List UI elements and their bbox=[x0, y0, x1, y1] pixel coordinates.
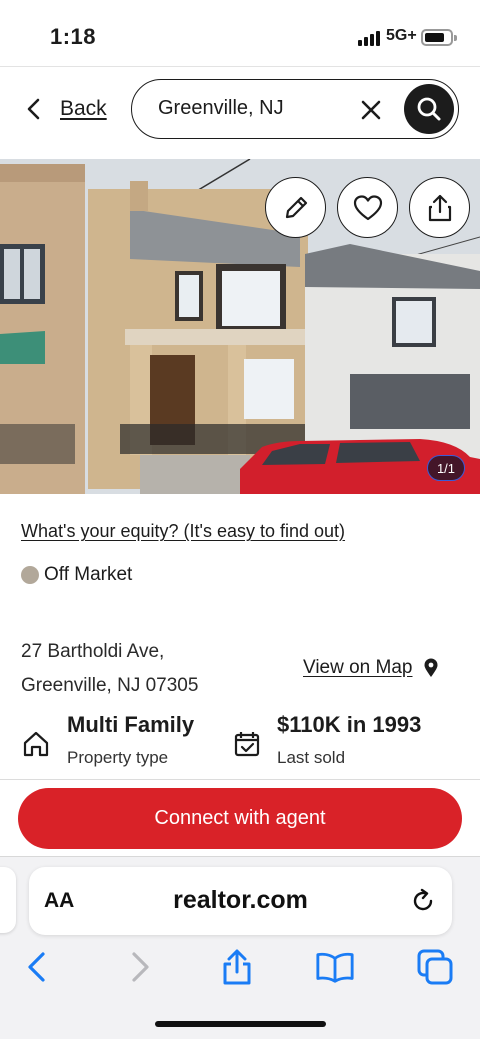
reload-icon[interactable] bbox=[409, 887, 437, 915]
property-type-value: Multi Family bbox=[67, 712, 195, 737]
share-button[interactable] bbox=[409, 177, 470, 238]
connect-with-agent-button[interactable]: Connect with agent bbox=[18, 788, 462, 849]
status-dot-icon bbox=[21, 566, 39, 584]
map-pin-icon bbox=[424, 658, 437, 677]
chevron-left-icon bbox=[28, 952, 45, 982]
home-indicator bbox=[155, 1021, 326, 1027]
back-label: Back bbox=[60, 97, 107, 120]
map-link-label: View on Map bbox=[303, 657, 413, 678]
status-label: Off Market bbox=[44, 564, 133, 585]
divider bbox=[0, 66, 480, 67]
listing-photo[interactable]: 1/1 bbox=[0, 159, 480, 494]
address-line2: Greenville, NJ 07305 bbox=[21, 675, 199, 696]
status-bar: 1:18 5G+ bbox=[0, 0, 480, 70]
save-favorite-button[interactable] bbox=[337, 177, 398, 238]
last-sold-label: Last sold bbox=[277, 748, 346, 767]
address-bar[interactable]: AA realtor.com bbox=[29, 867, 452, 935]
back-button[interactable]: Back bbox=[26, 92, 107, 126]
property-type-label: Property type bbox=[67, 748, 169, 767]
chevron-right-icon bbox=[132, 952, 149, 982]
house-photo-image bbox=[0, 159, 480, 494]
battery-icon bbox=[421, 29, 457, 46]
address-line1: 27 Bartholdi Ave, bbox=[21, 641, 165, 662]
divider bbox=[0, 779, 480, 780]
edit-button[interactable] bbox=[265, 177, 326, 238]
previous-tab-peek[interactable] bbox=[0, 867, 16, 933]
signal-icon bbox=[358, 30, 382, 46]
bookmarks-button[interactable] bbox=[315, 947, 355, 987]
status-time: 1:18 bbox=[50, 24, 97, 49]
book-icon bbox=[316, 952, 354, 983]
view-on-map-link[interactable]: View on Map bbox=[303, 657, 439, 679]
listing-status: Off Market bbox=[21, 564, 132, 586]
last-sold-value: $110K in 1993 bbox=[277, 712, 422, 737]
search-icon bbox=[417, 97, 441, 121]
heart-icon bbox=[353, 194, 382, 220]
last-sold-fact: $110K in 1993 Last sold bbox=[232, 712, 421, 768]
url-text[interactable]: realtor.com bbox=[29, 886, 452, 915]
browser-forward-button[interactable] bbox=[120, 947, 160, 987]
chevron-left-icon bbox=[27, 98, 40, 120]
share-icon bbox=[428, 194, 451, 221]
browser-back-button[interactable] bbox=[17, 947, 57, 987]
search-input[interactable]: Greenville, NJ bbox=[131, 79, 459, 139]
close-icon[interactable] bbox=[358, 97, 384, 123]
search-value[interactable]: Greenville, NJ bbox=[158, 97, 284, 120]
tabs-button[interactable] bbox=[415, 947, 455, 987]
pencil-icon bbox=[285, 196, 307, 218]
search-button[interactable] bbox=[404, 84, 454, 134]
browser-share-button[interactable] bbox=[217, 947, 257, 987]
share-icon bbox=[223, 949, 251, 985]
house-icon bbox=[23, 731, 49, 757]
browser-toolbar: AA realtor.com bbox=[0, 856, 480, 1039]
calendar-check-icon bbox=[234, 732, 260, 757]
photo-counter: 1/1 bbox=[427, 455, 465, 481]
network-type: 5G+ bbox=[386, 27, 417, 44]
property-type-fact: Multi Family Property type bbox=[21, 712, 194, 768]
equity-link[interactable]: What's your equity? (It's easy to find o… bbox=[21, 521, 345, 542]
tabs-icon bbox=[417, 949, 453, 985]
header: Back Greenville, NJ bbox=[0, 76, 480, 142]
